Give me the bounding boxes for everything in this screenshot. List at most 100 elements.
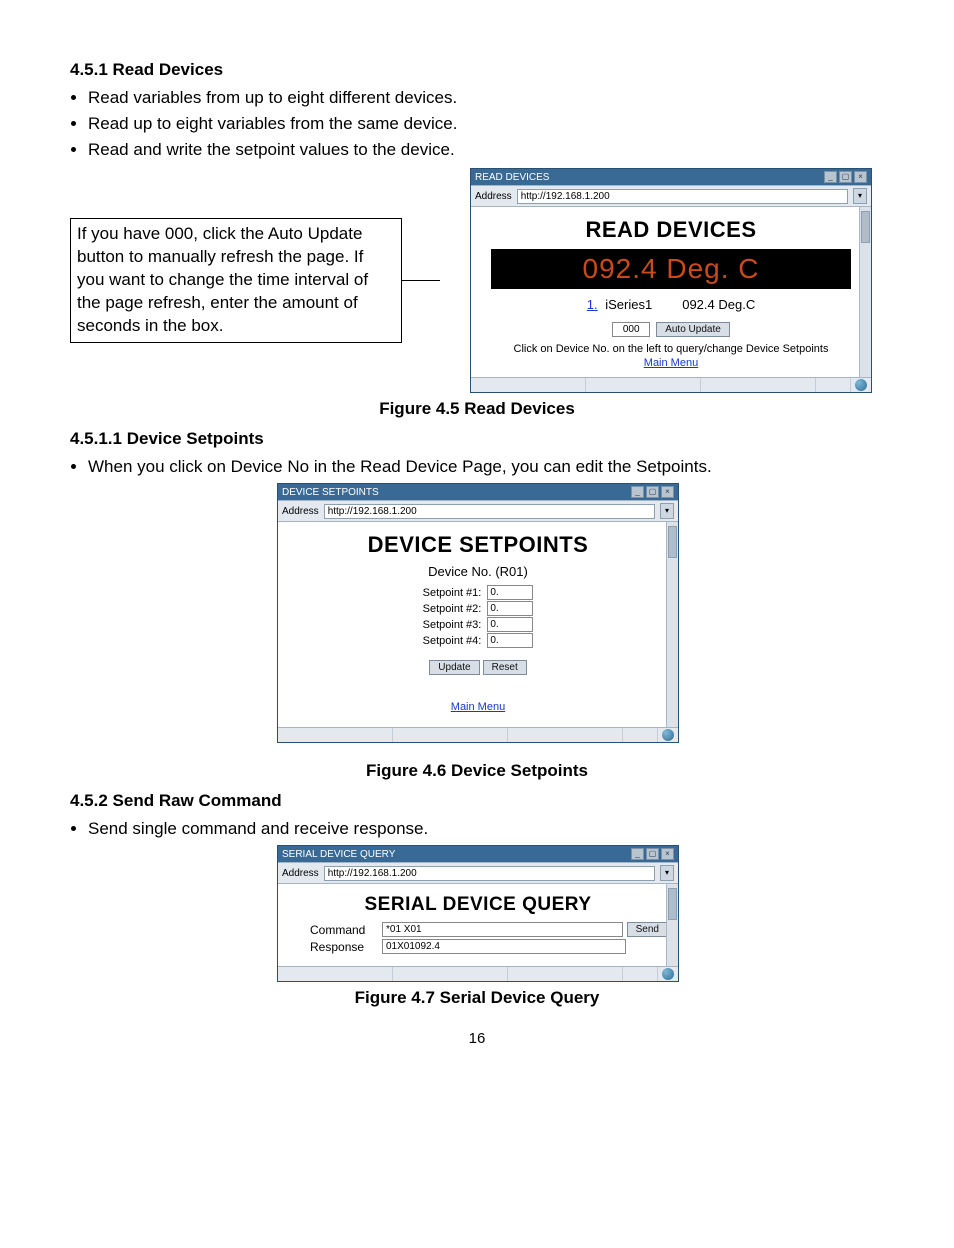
- window-control-buttons: _ ▢ ×: [631, 486, 674, 498]
- scrollbar[interactable]: [666, 884, 678, 966]
- bullet-list-451: Read variables from up to eight differen…: [88, 88, 884, 160]
- close-icon[interactable]: ×: [661, 486, 674, 498]
- address-label: Address: [282, 506, 319, 517]
- maximize-icon[interactable]: ▢: [839, 171, 852, 183]
- internet-zone-icon: [855, 379, 867, 391]
- device-reading-row: 1. iSeries1 092.4 Deg.C: [481, 297, 861, 312]
- device-setpoints-window: DEVICE SETPOINTS _ ▢ × Address http://19…: [277, 483, 679, 743]
- window-titlebar: SERIAL DEVICE QUERY _ ▢ ×: [278, 846, 678, 862]
- read-devices-window: READ DEVICES _ ▢ × Address http://192.16…: [470, 168, 872, 393]
- bullet-list-452: Send single command and receive response…: [88, 819, 884, 839]
- auto-update-row: Auto Update: [481, 322, 861, 337]
- bullet-item: Read up to eight variables from the same…: [88, 114, 884, 134]
- page-heading: DEVICE SETPOINTS: [288, 532, 668, 558]
- page-heading: SERIAL DEVICE QUERY: [288, 894, 668, 916]
- section-heading-4511: 4.5.1.1 Device Setpoints: [70, 429, 884, 449]
- address-bar: Address http://192.168.1.200 ▾: [278, 862, 678, 884]
- device-value: 092.4 Deg.C: [682, 297, 755, 312]
- bullet-item: Read variables from up to eight differen…: [88, 88, 884, 108]
- setpoint-label: Setpoint #4:: [423, 635, 482, 647]
- setpoint-label: Setpoint #3:: [423, 619, 482, 631]
- address-bar: Address http://192.168.1.200 ▾: [471, 185, 871, 207]
- close-icon[interactable]: ×: [661, 848, 674, 860]
- device-number-label: Device No. (R01): [288, 564, 668, 579]
- main-menu-link[interactable]: Main Menu: [451, 701, 505, 713]
- minimize-icon[interactable]: _: [631, 486, 644, 498]
- setpoint-row: Setpoint #3:: [288, 617, 668, 632]
- url-field[interactable]: http://192.168.1.200: [324, 866, 655, 881]
- callout-box-fig45: If you have 000, click the Auto Update b…: [70, 218, 402, 343]
- response-row: Response 01X01092.4: [288, 939, 668, 954]
- setpoint-label: Setpoint #1:: [423, 587, 482, 599]
- bullet-list-4511: When you click on Device No in the Read …: [88, 457, 884, 477]
- url-dropdown-icon[interactable]: ▾: [660, 865, 674, 881]
- reset-button[interactable]: Reset: [483, 660, 527, 675]
- auto-update-button[interactable]: Auto Update: [656, 322, 730, 337]
- page-body: DEVICE SETPOINTS Device No. (R01) Setpoi…: [278, 522, 678, 727]
- update-button[interactable]: Update: [429, 660, 479, 675]
- address-bar: Address http://192.168.1.200 ▾: [278, 500, 678, 522]
- setpoint-input-3[interactable]: [487, 617, 533, 632]
- command-row: Command *01 X01 Send: [288, 922, 668, 937]
- send-button[interactable]: Send: [627, 922, 668, 937]
- bullet-item: Send single command and receive response…: [88, 819, 884, 839]
- refresh-interval-input[interactable]: [612, 322, 650, 337]
- address-label: Address: [475, 191, 512, 202]
- led-display: 092.4 Deg. C: [491, 249, 851, 289]
- setpoint-input-2[interactable]: [487, 601, 533, 616]
- address-label: Address: [282, 868, 319, 879]
- serial-device-query-window: SERIAL DEVICE QUERY _ ▢ × Address http:/…: [277, 845, 679, 982]
- minimize-icon[interactable]: _: [824, 171, 837, 183]
- setpoint-input-1[interactable]: [487, 585, 533, 600]
- close-icon[interactable]: ×: [854, 171, 867, 183]
- setpoint-row: Setpoint #4:: [288, 633, 668, 648]
- response-label: Response: [310, 940, 378, 954]
- device-number-link[interactable]: 1.: [587, 297, 598, 312]
- setpoint-row: Setpoint #2:: [288, 601, 668, 616]
- url-field[interactable]: http://192.168.1.200: [324, 504, 655, 519]
- response-output: 01X01092.4: [382, 939, 626, 954]
- window-titlebar: DEVICE SETPOINTS _ ▢ ×: [278, 484, 678, 500]
- window-title: READ DEVICES: [475, 172, 824, 183]
- status-bar: [471, 377, 871, 392]
- bullet-item: Read and write the setpoint values to th…: [88, 140, 884, 160]
- internet-zone-icon: [662, 729, 674, 741]
- page-number: 16: [70, 1030, 884, 1047]
- figure-caption-45: Figure 4.5 Read Devices: [70, 399, 884, 419]
- figure-caption-47: Figure 4.7 Serial Device Query: [70, 988, 884, 1008]
- url-field[interactable]: http://192.168.1.200: [517, 189, 848, 204]
- internet-zone-icon: [662, 968, 674, 980]
- bullet-item: When you click on Device No in the Read …: [88, 457, 884, 477]
- setpoint-label: Setpoint #2:: [423, 603, 482, 615]
- command-input[interactable]: *01 X01: [382, 922, 623, 937]
- status-bar: [278, 966, 678, 981]
- window-control-buttons: _ ▢ ×: [631, 848, 674, 860]
- section-heading-451: 4.5.1 Read Devices: [70, 60, 884, 80]
- page-body: READ DEVICES 092.4 Deg. C 1. iSeries1 09…: [471, 207, 871, 377]
- window-control-buttons: _ ▢ ×: [824, 171, 867, 183]
- url-dropdown-icon[interactable]: ▾: [853, 188, 867, 204]
- hint-text: Click on Device No. on the left to query…: [481, 343, 861, 355]
- scrollbar-thumb[interactable]: [861, 211, 870, 243]
- scrollbar-thumb[interactable]: [668, 888, 677, 920]
- url-dropdown-icon[interactable]: ▾: [660, 503, 674, 519]
- page-body: SERIAL DEVICE QUERY Command *01 X01 Send…: [278, 884, 678, 966]
- status-bar: [278, 727, 678, 742]
- setpoint-input-4[interactable]: [487, 633, 533, 648]
- callout-connector: [402, 280, 440, 281]
- window-title: DEVICE SETPOINTS: [282, 487, 631, 498]
- section-heading-452: 4.5.2 Send Raw Command: [70, 791, 884, 811]
- figure-caption-46: Figure 4.6 Device Setpoints: [70, 761, 884, 781]
- main-menu-link[interactable]: Main Menu: [644, 357, 698, 369]
- scrollbar[interactable]: [666, 522, 678, 727]
- scrollbar[interactable]: [859, 207, 871, 377]
- setpoint-row: Setpoint #1:: [288, 585, 668, 600]
- command-label: Command: [310, 923, 378, 937]
- window-titlebar: READ DEVICES _ ▢ ×: [471, 169, 871, 185]
- maximize-icon[interactable]: ▢: [646, 486, 659, 498]
- minimize-icon[interactable]: _: [631, 848, 644, 860]
- maximize-icon[interactable]: ▢: [646, 848, 659, 860]
- scrollbar-thumb[interactable]: [668, 526, 677, 558]
- window-title: SERIAL DEVICE QUERY: [282, 849, 631, 860]
- device-name: iSeries1: [605, 297, 652, 312]
